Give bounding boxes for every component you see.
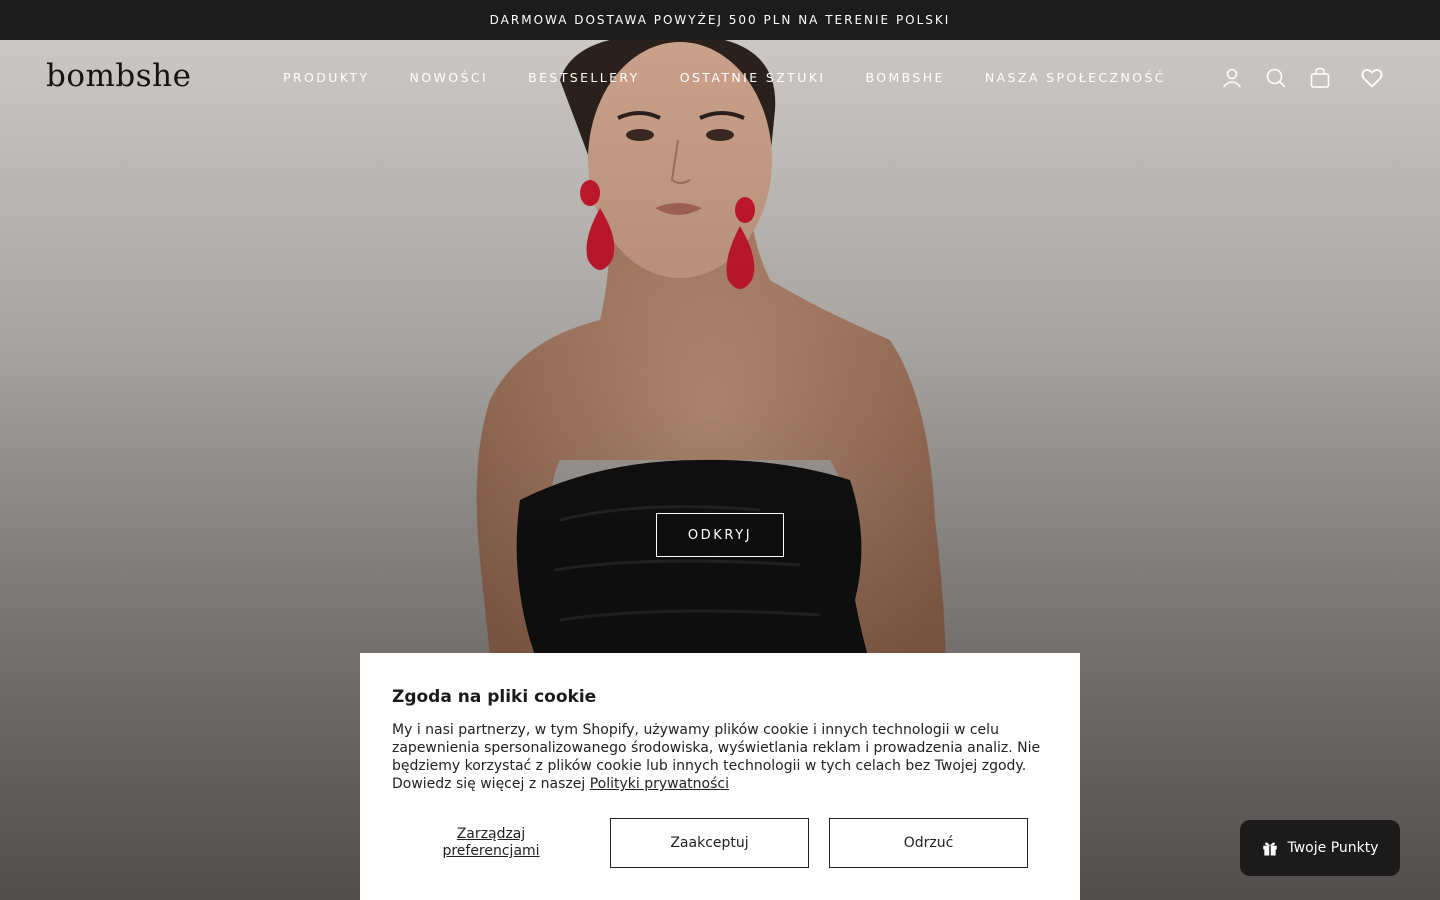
nav-item-bestsellery[interactable]: BESTSELLERY [528,70,640,85]
announcement-text: DARMOWA DOSTAWA POWYŻEJ 500 PLN NA TEREN… [489,13,951,27]
main-navigation: PRODUKTY NOWOŚCI BESTSELLERY OSTATNIE SZ… [283,70,1206,85]
rewards-label: Twoje Punkty [1287,840,1379,856]
nav-item-produkty[interactable]: PRODUKTY [283,70,370,85]
reject-cookies-button[interactable]: Odrzuć [829,818,1028,868]
nav-item-nowosci[interactable]: NOWOŚCI [410,70,489,85]
search-icon[interactable] [1264,66,1288,90]
discover-button[interactable]: ODKRYJ [656,513,784,557]
accept-cookies-button[interactable]: Zaakceptuj [610,818,809,868]
announcement-bar: DARMOWA DOSTAWA POWYŻEJ 500 PLN NA TEREN… [0,0,1440,40]
privacy-policy-link[interactable]: Polityki prywatności [590,776,729,792]
brand-logo[interactable]: bombshe [46,58,191,94]
cookie-actions: Zarządzaj preferencjami Zaakceptuj Odrzu… [392,818,1048,868]
account-icon[interactable] [1220,66,1244,90]
wishlist-heart-icon[interactable] [1360,66,1384,90]
cart-bag-icon[interactable] [1308,66,1332,90]
header-actions [1220,66,1390,92]
nav-item-bombshe[interactable]: BOMBSHE [865,70,944,85]
gift-icon [1263,842,1278,856]
rewards-launcher-button[interactable]: Twoje Punkty [1240,820,1400,876]
manage-preferences-link[interactable]: Zarządzaj preferencjami [392,826,590,860]
manage-preferences-line2: preferencjami [442,843,540,859]
cookie-body: My i nasi partnerzy, w tym Shopify, używ… [392,721,1052,793]
site-header: bombshe PRODUKTY NOWOŚCI BESTSELLERY OST… [0,40,1440,118]
cookie-consent-modal: Zgoda na pliki cookie My i nasi partnerz… [360,653,1080,900]
nav-item-nasza-spolecznosc[interactable]: NASZA SPOŁECZNOŚĆ [985,70,1166,85]
cookie-title: Zgoda na pliki cookie [392,687,597,707]
manage-preferences-line1: Zarządzaj [456,826,526,842]
nav-item-ostatnie-sztuki[interactable]: OSTATNIE SZTUKI [680,70,826,85]
